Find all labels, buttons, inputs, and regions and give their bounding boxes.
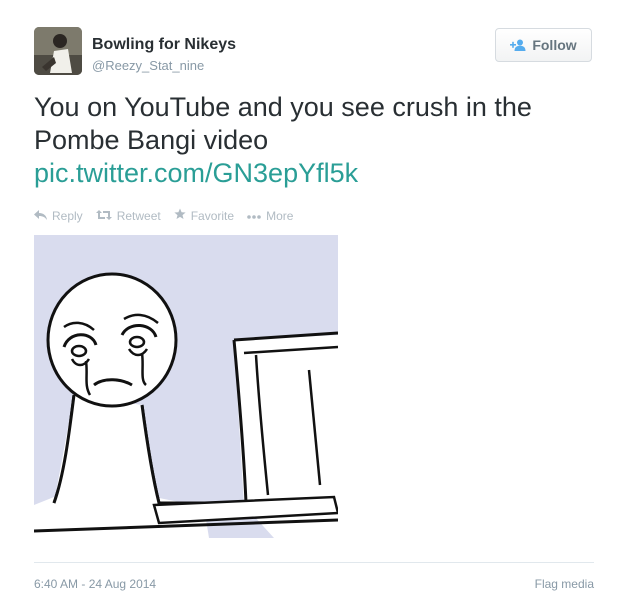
flag-media-link[interactable]: Flag media: [535, 577, 594, 591]
add-user-icon: [510, 39, 526, 51]
tweet-actions: Reply Retweet Favorite More: [34, 208, 293, 223]
tweet-text: You on YouTube and you see crush in the …: [34, 92, 532, 155]
more-action[interactable]: More: [247, 208, 293, 223]
retweet-label: Retweet: [116, 208, 161, 223]
retweet-action[interactable]: Retweet: [95, 208, 161, 223]
avatar-photo: [34, 27, 82, 75]
follow-label: Follow: [532, 37, 577, 53]
display-name[interactable]: Bowling for Nikeys: [92, 36, 236, 54]
retweet-icon: [95, 209, 112, 223]
more-dots-icon: [247, 209, 261, 223]
crying-meme-drawing: [34, 235, 338, 538]
tweet-media-image[interactable]: [34, 235, 338, 538]
reply-icon: [34, 209, 47, 223]
favorite-action[interactable]: Favorite: [174, 208, 234, 223]
footer-divider: [34, 562, 594, 563]
follow-button[interactable]: Follow: [495, 28, 592, 62]
reply-label: Reply: [52, 208, 83, 223]
avatar[interactable]: [34, 27, 82, 75]
tweet-media-link[interactable]: pic.twitter.com/GN3epYfl5k: [34, 157, 358, 190]
user-handle[interactable]: @Reezy_Stat_nine: [92, 58, 204, 73]
star-icon: [174, 208, 186, 223]
favorite-label: Favorite: [190, 208, 235, 223]
reply-action[interactable]: Reply: [34, 208, 83, 223]
tweet-timestamp[interactable]: 6:40 AM - 24 Aug 2014: [34, 577, 156, 591]
more-label: More: [266, 208, 294, 223]
